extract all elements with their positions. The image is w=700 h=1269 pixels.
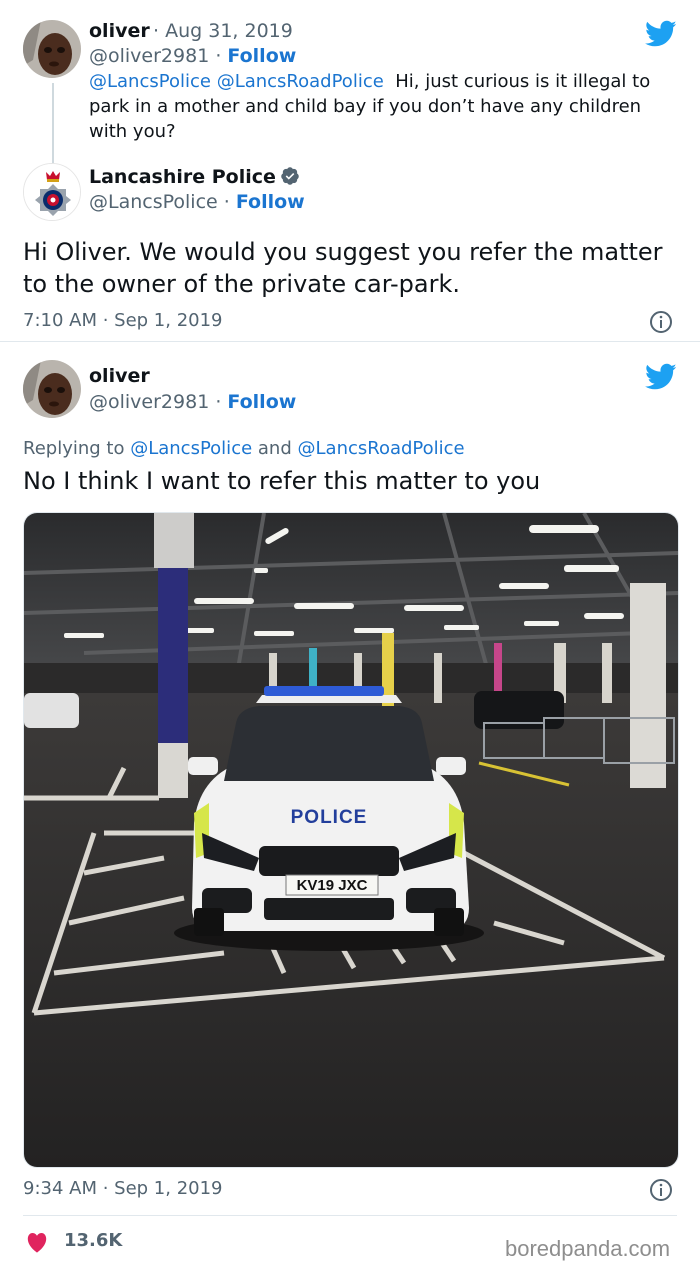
avatar-lancashire-police[interactable] — [23, 163, 81, 221]
follow-button-2[interactable]: Follow — [227, 391, 296, 413]
tweet-text-2: No I think I want to refer this matter t… — [23, 467, 541, 495]
tweet-card-1: oliver · Aug 31, 2019 @oliver2981 · Foll… — [0, 0, 700, 342]
reply-timestamp[interactable]: 7:10 AM · Sep 1, 2019 — [23, 310, 223, 331]
twitter-bird-icon[interactable] — [645, 363, 677, 391]
police-car-photo: KV19 JXC POLICE — [24, 513, 678, 1167]
author-name-2[interactable]: oliver — [89, 365, 150, 387]
replying-and: and — [257, 438, 292, 459]
police-author-name: Lancashire Police — [89, 166, 300, 188]
twitter-bird-icon[interactable] — [645, 20, 677, 48]
replying-mention-lancspolice[interactable]: @LancsPolice — [130, 438, 252, 459]
handle-row: @oliver2981 · Follow — [89, 45, 297, 67]
author-name[interactable]: oliver — [89, 20, 150, 42]
tweet-photo[interactable]: KV19 JXC POLICE — [23, 512, 679, 1168]
tweet-date[interactable]: Aug 31, 2019 — [165, 20, 293, 42]
avatar-oliver-2[interactable] — [23, 360, 81, 418]
license-plate: KV19 JXC — [297, 877, 368, 894]
mention-lancsroadpolice[interactable]: @LancsRoadPolice — [217, 71, 384, 92]
police-name[interactable]: Lancashire Police — [89, 166, 276, 188]
like-count[interactable]: 13.6K — [64, 1230, 122, 1251]
info-icon[interactable] — [649, 1178, 673, 1202]
replying-mention-lancsroadpolice[interactable]: @LancsRoadPolice — [298, 438, 465, 459]
tweet-timestamp-2[interactable]: 9:34 AM · Sep 1, 2019 — [23, 1178, 223, 1199]
heart-icon[interactable] — [25, 1231, 49, 1253]
author-handle-2[interactable]: @oliver2981 — [89, 391, 209, 413]
replying-to: Replying to @LancsPolice and @LancsRoadP… — [23, 438, 465, 459]
info-icon[interactable] — [649, 310, 673, 334]
divider — [23, 1215, 677, 1216]
mention-lancspolice[interactable]: @LancsPolice — [89, 71, 211, 92]
thread-connector — [52, 83, 54, 163]
police-text: POLICE — [291, 807, 368, 828]
tweet-text: @LancsPolice @LancsRoadPolice Hi, just c… — [89, 69, 674, 144]
police-handle-row: @LancsPolice · Follow — [89, 191, 305, 213]
replying-prefix: Replying to — [23, 438, 125, 459]
watermark: boredpanda.com — [505, 1236, 671, 1261]
verified-badge-icon — [281, 167, 299, 185]
tweet-date-row: · Aug 31, 2019 — [153, 20, 293, 42]
reply-text: Hi Oliver. We would you suggest you refe… — [23, 238, 663, 298]
handle-row-2: @oliver2981 · Follow — [89, 391, 297, 413]
avatar-oliver[interactable] — [23, 20, 81, 78]
author-handle[interactable]: @oliver2981 — [89, 45, 209, 67]
follow-button[interactable]: Follow — [227, 45, 296, 67]
police-handle[interactable]: @LancsPolice — [89, 191, 218, 213]
police-follow-button[interactable]: Follow — [236, 191, 305, 213]
